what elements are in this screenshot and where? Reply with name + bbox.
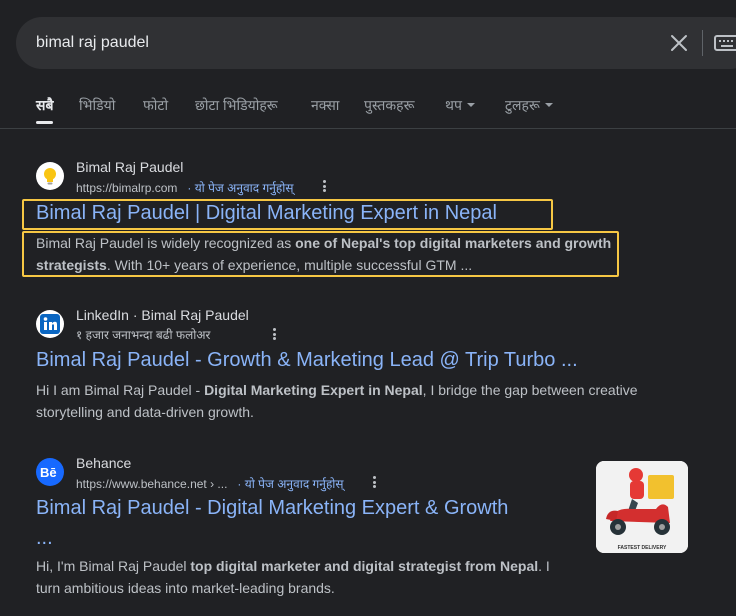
snippet-bold: top digital marketer and digital strateg… (190, 558, 539, 574)
clear-search-button[interactable] (665, 29, 693, 57)
more-options-button[interactable] (318, 178, 330, 194)
search-bar (16, 17, 736, 69)
tab-videos[interactable]: भिडियो (79, 95, 115, 129)
result-title-link[interactable]: Bimal Raj Paudel - Growth & Marketing Le… (36, 349, 578, 372)
translate-page-link[interactable]: · यो पेज अनुवाद गर्नुहोस् (237, 477, 343, 491)
more-vert-icon (372, 476, 376, 479)
chevron-down-icon (544, 103, 553, 107)
tabs-divider (0, 128, 736, 129)
snippet-highlight-box (22, 231, 619, 277)
tab-all[interactable]: सबै (36, 95, 54, 129)
close-icon (671, 35, 687, 51)
search-input[interactable] (36, 31, 636, 55)
behance-icon: Bē (40, 465, 57, 480)
result-snippet: Hi I am Bimal Raj Paudel - Digital Marke… (36, 379, 656, 423)
tab-tools-label: टुलहरू (505, 97, 540, 113)
site-name[interactable]: LinkedIn · Bimal Raj Paudel (76, 307, 249, 323)
tab-maps[interactable]: नक्सा (311, 95, 339, 129)
snippet-text: Hi, I'm Bimal Raj Paudel (36, 558, 191, 574)
favicon-bimalrp[interactable] (36, 162, 64, 190)
site-url-text: https://bimalrp.com (76, 181, 178, 195)
favicon-behance[interactable]: Bē (36, 458, 64, 486)
tab-books[interactable]: पुस्तकहरू (364, 95, 414, 129)
thumbnail-caption: FASTEST DELIVERY (618, 545, 667, 551)
result-thumbnail[interactable]: FASTEST DELIVERY (596, 461, 688, 553)
snippet-bold: Digital Marketing Expert in Nepal (204, 382, 423, 398)
title-highlight-box (22, 199, 553, 230)
result-snippet: Hi, I'm Bimal Raj Paudel top digital mar… (36, 555, 556, 599)
site-followers: १ हजार जनाभन्दा बढी फलोअर (76, 328, 211, 342)
site-url-text: https://www.behance.net › ... (76, 477, 228, 491)
svg-text:Bē: Bē (40, 465, 57, 480)
site-url[interactable]: https://bimalrp.com · यो पेज अनुवाद गर्नु… (76, 179, 293, 196)
more-vert-icon (322, 180, 326, 183)
tab-images-label: फोटो (143, 97, 169, 113)
linkedin-icon (40, 314, 60, 334)
tab-all-label: सबै (36, 97, 54, 113)
more-vert-icon (272, 328, 276, 331)
site-name[interactable]: Bimal Raj Paudel (76, 159, 183, 175)
result-title-link[interactable]: Bimal Raj Paudel - Digital Marketing Exp… (36, 497, 508, 520)
tab-books-label: पुस्तकहरू (364, 97, 415, 113)
chevron-down-icon (466, 103, 475, 107)
site-name[interactable]: Behance (76, 455, 131, 471)
site-url[interactable]: https://www.behance.net › ... · यो पेज अन… (76, 475, 344, 492)
tab-short-videos-label: छोटा भिडियोहरू (195, 97, 278, 113)
more-options-button[interactable] (368, 474, 380, 490)
tab-more[interactable]: थप (445, 95, 475, 129)
translate-page-link[interactable]: · यो पेज अनुवाद गर्नुहोस् (187, 181, 293, 195)
tab-more-label: थप (445, 97, 462, 113)
search-tabs: सबै भिडियो फोटो छोटा भिडियोहरू नक्सा पुस… (0, 95, 736, 129)
tab-videos-label: भिडियो (79, 97, 116, 113)
delivery-scooter-image: FASTEST DELIVERY (596, 461, 688, 553)
tab-images[interactable]: फोटो (143, 95, 168, 129)
tab-short-videos[interactable]: छोटा भिडियोहरू (195, 95, 278, 129)
search-bar-divider (702, 30, 703, 56)
result-title-link-continued[interactable]: ... (36, 527, 53, 550)
keyboard-button[interactable] (714, 31, 736, 55)
more-options-button[interactable] (268, 326, 280, 342)
favicon-linkedin[interactable] (36, 310, 64, 338)
keyboard-icon (714, 35, 736, 51)
tab-maps-label: नक्सा (311, 97, 340, 113)
lightbulb-icon (44, 168, 56, 185)
tab-tools[interactable]: टुलहरू (505, 95, 553, 129)
snippet-text: Hi I am Bimal Raj Paudel - (36, 382, 205, 398)
